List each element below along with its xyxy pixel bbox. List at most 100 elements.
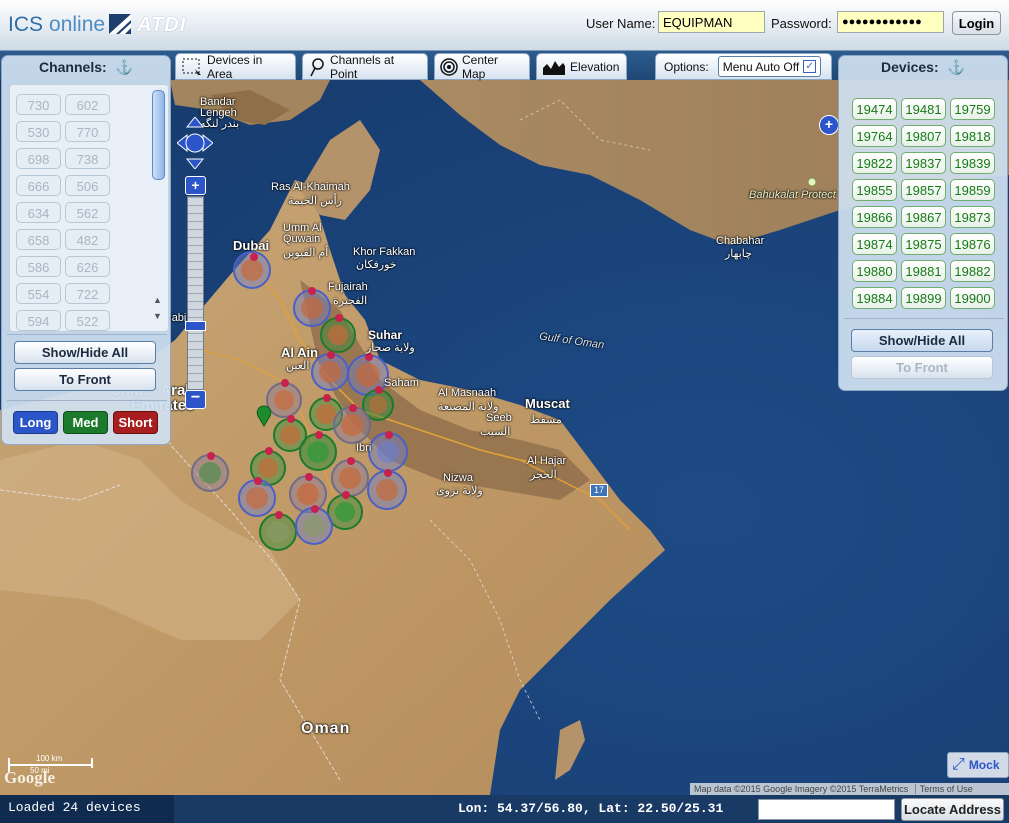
login-button[interactable]: Login bbox=[952, 11, 1001, 35]
device-button[interactable]: 19818 bbox=[950, 125, 995, 147]
device-button[interactable]: 19875 bbox=[901, 233, 946, 255]
channel-button[interactable]: 666 bbox=[16, 175, 61, 196]
channels-at-point-label: Channels at Point bbox=[330, 52, 395, 81]
device-button[interactable]: 19859 bbox=[950, 179, 995, 201]
menu-auto-off-toggle[interactable]: Menu Auto Off ✓ bbox=[717, 56, 822, 77]
map-label-dubai: Dubai bbox=[233, 238, 270, 253]
pan-control[interactable] bbox=[176, 116, 214, 170]
password-input[interactable] bbox=[837, 11, 944, 33]
device-marker[interactable] bbox=[259, 511, 297, 551]
channel-button[interactable]: 482 bbox=[65, 229, 110, 250]
channel-button[interactable]: 506 bbox=[65, 175, 110, 196]
map-label-al-hajar-ar: الحجر bbox=[530, 469, 557, 481]
device-button[interactable]: 19867 bbox=[901, 206, 946, 228]
device-button[interactable]: 19900 bbox=[950, 287, 995, 309]
channel-button[interactable]: 522 bbox=[65, 310, 110, 331]
device-button[interactable]: 19764 bbox=[852, 125, 897, 147]
channel-button[interactable]: 698 bbox=[16, 148, 61, 169]
channel-button[interactable]: 626 bbox=[65, 256, 110, 277]
device-button[interactable]: 19857 bbox=[901, 179, 946, 201]
map-pin-green[interactable] bbox=[256, 405, 272, 427]
device-button[interactable]: 19881 bbox=[901, 260, 946, 282]
scroll-down-icon[interactable]: ▼ bbox=[153, 311, 162, 321]
scale-km-label: 100 km bbox=[36, 754, 63, 763]
channels-show-hide-all-button[interactable]: Show/Hide All bbox=[14, 341, 156, 364]
device-button[interactable]: 19882 bbox=[950, 260, 995, 282]
device-marker[interactable] bbox=[368, 431, 408, 472]
range-med-button[interactable]: Med bbox=[63, 411, 108, 434]
device-button[interactable]: 19822 bbox=[852, 152, 897, 174]
channels-list[interactable]: 730 602 530 770 698 738 666 506 634 562 658 482 586 6… bbox=[9, 84, 169, 332]
center-map-label: Center Map bbox=[462, 52, 499, 81]
address-input[interactable] bbox=[758, 799, 895, 820]
device-marker[interactable] bbox=[191, 452, 229, 492]
channel-button[interactable]: 594 bbox=[16, 310, 61, 331]
channel-button[interactable]: 722 bbox=[65, 283, 110, 304]
channel-button[interactable]: 634 bbox=[16, 202, 61, 223]
scrollbar-thumb[interactable] bbox=[152, 90, 165, 180]
elevation-button[interactable]: Elevation bbox=[536, 53, 627, 80]
channels-scrollbar[interactable]: ▲ ▼ bbox=[152, 90, 165, 328]
pin-icon bbox=[308, 57, 326, 77]
device-button[interactable]: 19837 bbox=[901, 152, 946, 174]
devices-in-area-button[interactable]: Devices in Area bbox=[175, 53, 296, 81]
center-map-button[interactable]: Center Map bbox=[434, 52, 530, 81]
channel-button[interactable]: 530 bbox=[16, 121, 61, 142]
device-button[interactable]: 19474 bbox=[852, 98, 897, 120]
channel-button[interactable]: 562 bbox=[65, 202, 110, 223]
range-short-button[interactable]: Short bbox=[113, 411, 158, 434]
status-bar: Loaded 24 devices Lon: 54.37/56.80, Lat:… bbox=[0, 795, 1009, 823]
anchor-icon[interactable]: ⚓ bbox=[116, 59, 133, 75]
device-button[interactable]: 19876 bbox=[950, 233, 995, 255]
device-marker[interactable] bbox=[367, 469, 407, 510]
device-button[interactable]: 19880 bbox=[852, 260, 897, 282]
device-button[interactable]: 19874 bbox=[852, 233, 897, 255]
zoom-slider[interactable]: + − bbox=[185, 176, 206, 409]
device-button[interactable]: 19807 bbox=[901, 125, 946, 147]
device-marker[interactable] bbox=[331, 457, 369, 497]
locate-address-button[interactable]: Locate Address bbox=[901, 798, 1004, 821]
checkbox-checked-icon[interactable]: ✓ bbox=[803, 60, 817, 73]
device-marker[interactable] bbox=[327, 491, 363, 530]
device-button[interactable]: 19855 bbox=[852, 179, 897, 201]
channels-to-front-button[interactable]: To Front bbox=[14, 368, 156, 391]
devices-list[interactable]: 19474 19481 19759 19764 19807 19818 19822 19837… bbox=[839, 56, 1009, 316]
device-button[interactable]: 19759 bbox=[950, 98, 995, 120]
username-input[interactable] bbox=[658, 11, 765, 33]
device-marker[interactable] bbox=[266, 379, 302, 418]
range-long-button[interactable]: Long bbox=[13, 411, 58, 434]
zoom-thumb[interactable] bbox=[185, 321, 206, 331]
device-button[interactable]: 19899 bbox=[901, 287, 946, 309]
channel-button[interactable]: 770 bbox=[65, 121, 110, 142]
device-button[interactable]: 19884 bbox=[852, 287, 897, 309]
scale-tick bbox=[91, 758, 93, 768]
mock-button[interactable]: ⤢ Mock bbox=[947, 752, 1009, 778]
device-button[interactable]: 19839 bbox=[950, 152, 995, 174]
channels-at-point-button[interactable]: Channels at Point bbox=[302, 52, 428, 81]
map-label-nizwa: Nizwa bbox=[443, 472, 473, 484]
elevation-chart-icon bbox=[542, 58, 566, 76]
device-marker[interactable] bbox=[289, 473, 327, 513]
devices-to-front-button[interactable]: To Front bbox=[851, 356, 993, 379]
expand-control-icon[interactable]: + bbox=[819, 115, 839, 135]
zoom-track[interactable] bbox=[187, 196, 204, 390]
scroll-up-icon[interactable]: ▲ bbox=[153, 295, 162, 305]
device-button[interactable]: 19866 bbox=[852, 206, 897, 228]
map-label-muscat-ar: مسقط bbox=[530, 414, 562, 426]
terms-of-use-link[interactable]: Terms of Use bbox=[914, 784, 973, 794]
device-marker[interactable] bbox=[233, 251, 271, 289]
device-button[interactable]: 19873 bbox=[950, 206, 995, 228]
zoom-out-button[interactable]: − bbox=[185, 390, 206, 409]
channel-button[interactable]: 602 bbox=[65, 94, 110, 115]
device-marker[interactable] bbox=[293, 287, 331, 327]
channel-button[interactable]: 730 bbox=[16, 94, 61, 115]
channel-button[interactable]: 738 bbox=[65, 148, 110, 169]
map-label-fujairah-ar: الفجيرة bbox=[333, 295, 368, 307]
channel-button[interactable]: 586 bbox=[16, 256, 61, 277]
device-button[interactable]: 19481 bbox=[901, 98, 946, 120]
channel-button[interactable]: 554 bbox=[16, 283, 61, 304]
channel-button[interactable]: 658 bbox=[16, 229, 61, 250]
map-label-muscat: Muscat bbox=[525, 396, 570, 411]
devices-show-hide-all-button[interactable]: Show/Hide All bbox=[851, 329, 993, 352]
zoom-in-button[interactable]: + bbox=[185, 176, 206, 195]
